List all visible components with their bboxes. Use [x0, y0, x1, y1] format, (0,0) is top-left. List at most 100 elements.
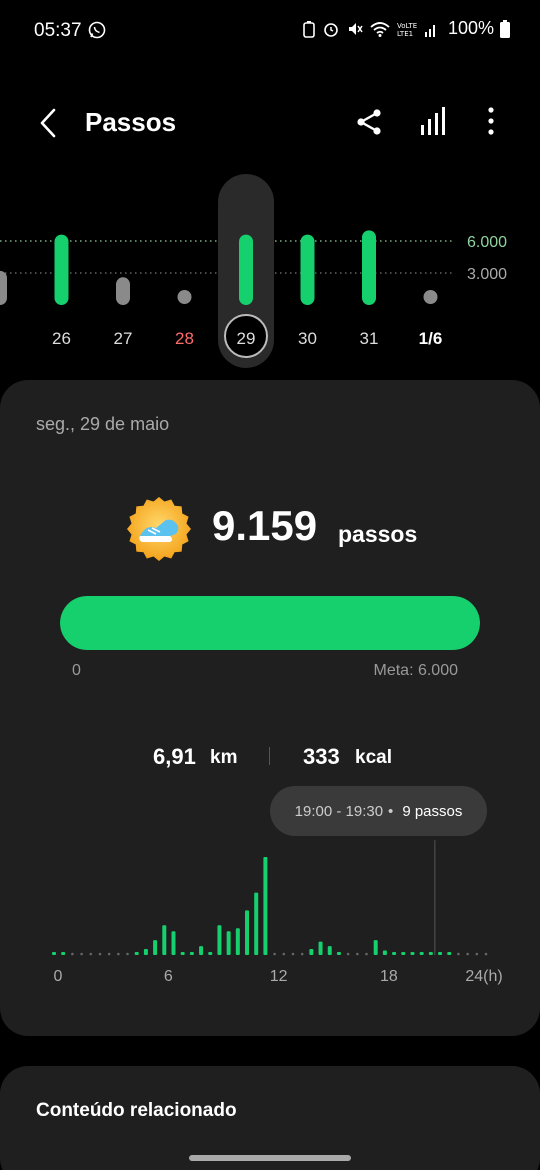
status-time: 05:37	[34, 20, 82, 41]
hour-bar	[199, 946, 204, 955]
day-label-28[interactable]: 28	[165, 329, 205, 349]
tick-3000: 3.000	[467, 266, 508, 283]
day-bar-27[interactable]	[116, 277, 130, 305]
more-vertical-icon	[488, 107, 494, 135]
hour-bar	[484, 952, 488, 956]
hour-axis-label: 0	[53, 968, 63, 985]
hour-bar	[346, 952, 350, 956]
trends-button[interactable]	[416, 105, 450, 139]
hour-bar	[71, 952, 74, 956]
shoe-badge-icon	[127, 497, 191, 561]
page-title: Passos	[85, 107, 177, 137]
distance-value: 6,91	[153, 744, 196, 769]
hour-bar	[300, 952, 304, 956]
hour-bar	[235, 928, 240, 955]
hour-bar	[457, 952, 460, 956]
day-bar-5[interactable]	[0, 270, 7, 305]
back-button[interactable]	[32, 105, 64, 141]
hour-bar	[208, 952, 213, 955]
tooltip-steps: 9 passos	[402, 802, 463, 820]
day-bar-30[interactable]	[300, 234, 315, 305]
step-count: 9.159	[212, 502, 318, 549]
hour-bar	[107, 952, 111, 956]
day-bar-29[interactable]	[239, 234, 253, 305]
hour-bar	[134, 952, 139, 955]
hour-axis-label: 12	[269, 968, 288, 985]
metric-divider	[269, 747, 270, 765]
weekly-steps-chart: 6.000 3.000 5 26 27 28 29 30 31 1/6	[0, 170, 540, 370]
distance-unit: km	[210, 747, 238, 768]
goal-progress-bar	[60, 596, 480, 650]
calories-unit: kcal	[355, 747, 392, 768]
more-options-button[interactable]	[476, 105, 506, 139]
hour-bar	[466, 952, 469, 956]
bar-chart-icon	[421, 107, 445, 135]
hour-axis-label: 18	[379, 968, 398, 985]
day-bar-26[interactable]	[54, 234, 69, 305]
progress-min-label: 0	[72, 662, 81, 679]
hour-bar	[438, 952, 443, 955]
day-bar-28[interactable]	[177, 290, 192, 304]
hour-bar	[419, 952, 424, 955]
hour-bar	[254, 892, 259, 955]
mute-icon	[348, 22, 363, 35]
day-bar-31[interactable]	[362, 230, 376, 305]
tooltip-time: 19:00 - 19:30	[294, 802, 384, 820]
hour-bar	[80, 952, 83, 956]
day-label-5[interactable]: 5	[0, 329, 16, 349]
hour-bar	[410, 952, 415, 955]
day-label-26[interactable]: 26	[42, 329, 82, 349]
home-indicator[interactable]	[189, 1155, 351, 1161]
day-bar-1-6[interactable]	[423, 290, 438, 304]
tooltip-pointer	[433, 840, 437, 842]
hour-bar	[356, 952, 359, 956]
day-label-29[interactable]: 29	[226, 329, 266, 349]
hour-bar	[428, 952, 433, 955]
hour-bar	[373, 940, 378, 955]
hour-bar	[153, 940, 158, 955]
hour-bar	[365, 952, 368, 956]
daily-summary-card: seg., 29 de maio 9.159 passos 0 Meta: 6.…	[0, 380, 540, 1036]
hour-bar	[61, 952, 66, 955]
hour-bar	[327, 946, 332, 955]
svg-text:VoLTE: VoLTE	[397, 22, 417, 30]
day-label-27[interactable]: 27	[103, 329, 143, 349]
back-arrow-icon	[40, 108, 56, 138]
hour-bar	[475, 952, 479, 956]
hourly-tooltip: 19:00 - 19:30 • 9 passos	[270, 786, 487, 836]
summary-date: seg., 29 de maio	[36, 414, 170, 434]
day-label-31[interactable]: 31	[349, 329, 389, 349]
hour-axis-label: 6	[163, 968, 173, 985]
signal-icon	[424, 24, 435, 37]
hour-bar	[309, 949, 314, 955]
related-content-title: Conteúdo relacionado	[36, 1100, 237, 1121]
hour-bar	[382, 950, 387, 955]
hour-bar	[336, 952, 341, 955]
alarm-icon	[324, 22, 338, 37]
hour-bar	[401, 952, 406, 955]
hour-bar	[447, 952, 452, 955]
hour-bar	[282, 952, 286, 956]
share-icon	[357, 109, 381, 135]
tooltip-separator: •	[388, 802, 394, 820]
day-label-30[interactable]: 30	[288, 329, 328, 349]
day-label-1-6[interactable]: 1/6	[411, 329, 451, 349]
hour-bar	[126, 952, 129, 956]
share-button[interactable]	[352, 105, 386, 139]
hour-bar	[89, 952, 93, 956]
hour-bar	[98, 952, 102, 956]
step-unit: passos	[338, 521, 418, 547]
hour-bar	[291, 952, 295, 956]
battery-saver-icon	[303, 20, 315, 38]
hourly-steps-chart[interactable]: 0 6 12 18 24(h)	[0, 840, 540, 1000]
hour-bar	[263, 856, 268, 955]
hour-bar	[189, 952, 194, 955]
hour-bar	[226, 931, 231, 955]
hour-bar	[217, 925, 222, 955]
progress-goal-label: Meta: 6.000	[373, 662, 459, 679]
battery-percent: 100%	[447, 18, 494, 38]
goal-progress-fill	[60, 596, 480, 650]
volte-icon: VoLTELTE1	[397, 22, 417, 38]
battery-icon	[500, 19, 510, 38]
hour-bar	[52, 952, 56, 955]
